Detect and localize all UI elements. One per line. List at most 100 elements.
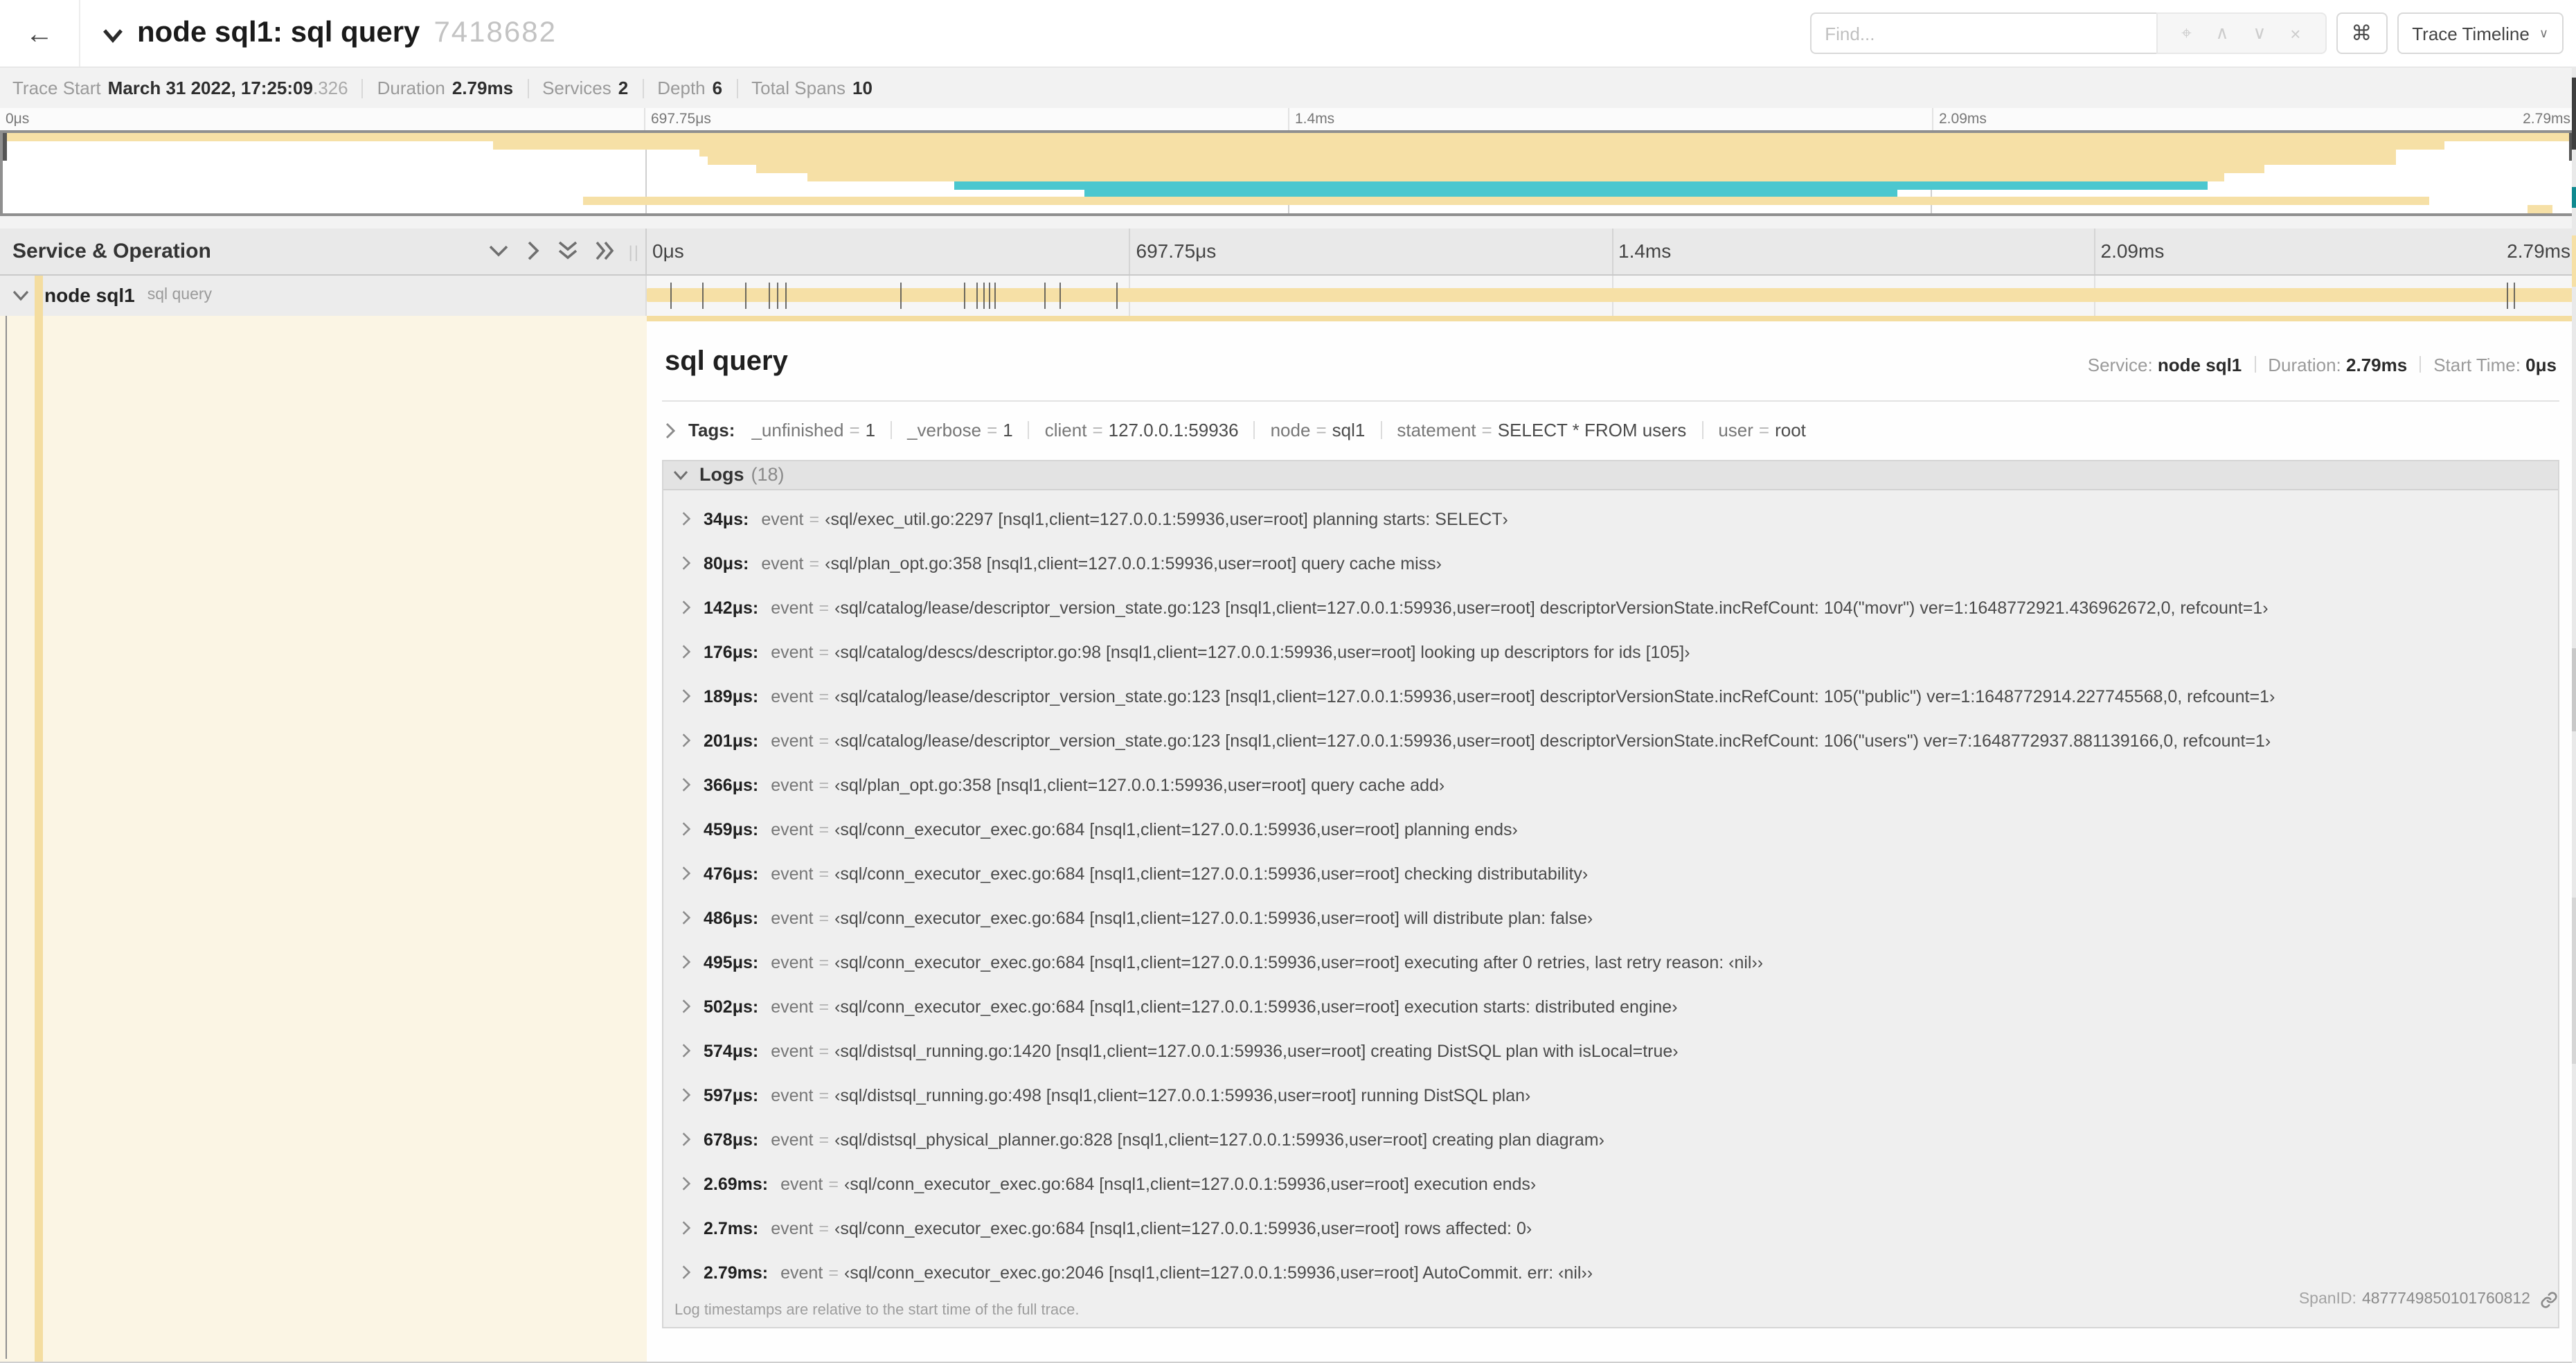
span-detail-meta: Service: node sql1 Duration: 2.79ms Start …	[2088, 354, 2557, 375]
deep-link-icon[interactable]	[2540, 1290, 2558, 1308]
log-row[interactable]: 2.7ms: event = ‹sql/conn_executor_exec.go:6…	[663, 1206, 2558, 1250]
log-marker-tick[interactable]	[777, 282, 779, 308]
trace-view-selector[interactable]: Trace Timeline ∨	[2397, 12, 2564, 54]
log-chevron-right-icon[interactable]	[681, 1087, 691, 1103]
log-field-key: event	[771, 952, 814, 972]
log-chevron-right-icon[interactable]	[681, 555, 691, 571]
log-marker-tick[interactable]	[768, 282, 770, 308]
log-marker-tick[interactable]	[744, 282, 746, 308]
trace-meta-label: Depth	[657, 78, 706, 98]
log-row[interactable]: 142μs: event = ‹sql/catalog/lease/descripto…	[663, 585, 2558, 630]
minimap-tick-label: 1.4ms	[1295, 111, 1335, 127]
log-chevron-right-icon[interactable]	[681, 1176, 691, 1191]
span-operation-name: sql query	[147, 287, 213, 303]
span-duration-bar[interactable]	[647, 288, 2576, 301]
log-row[interactable]: 502μs: event = ‹sql/conn_executor_exec.go:6…	[663, 984, 2558, 1028]
detail-meta-value: node sql1	[2157, 354, 2242, 375]
log-timestamp: 2.7ms:	[704, 1218, 759, 1238]
clear-icon[interactable]: ×	[2290, 23, 2300, 44]
span-collapse-chevron-icon[interactable]	[12, 289, 29, 301]
log-marker-tick[interactable]	[701, 282, 704, 308]
title-chevron-down-icon[interactable]	[102, 25, 123, 50]
trace-meta-label: Duration	[377, 78, 445, 98]
collapse-deep-icon[interactable]	[558, 242, 578, 261]
log-row[interactable]: 486μs: event = ‹sql/conn_executor_exec.go:6…	[663, 896, 2558, 940]
log-marker-tick[interactable]	[1116, 282, 1117, 308]
collapse-all-icon[interactable]	[489, 244, 508, 258]
log-chevron-right-icon[interactable]	[681, 954, 691, 970]
logs-header[interactable]: Logs (18)	[663, 461, 2558, 490]
log-marker-tick[interactable]	[1059, 282, 1062, 308]
keyboard-shortcuts-button[interactable]: ⌘	[2336, 12, 2388, 54]
trace-meta-label: Total Spans	[751, 78, 846, 98]
log-row[interactable]: 678μs: event = ‹sql/distsql_physical_planne…	[663, 1117, 2558, 1161]
scroll-strip-mark	[2571, 187, 2576, 208]
log-marker-tick[interactable]	[2507, 282, 2509, 308]
log-row[interactable]: 201μs: event = ‹sql/catalog/lease/descripto…	[663, 718, 2558, 763]
log-row[interactable]: 176μs: event = ‹sql/catalog/descs/descripto…	[663, 630, 2558, 674]
log-chevron-right-icon[interactable]	[681, 1220, 691, 1236]
log-chevron-right-icon[interactable]	[681, 644, 691, 659]
span-row[interactable]: node sql1 sql query	[0, 275, 2576, 315]
log-chevron-right-icon[interactable]	[681, 1132, 691, 1147]
log-row[interactable]: 2.69ms: event = ‹sql/conn_executor_exec.go:…	[663, 1161, 2558, 1206]
caret-up-icon[interactable]: ∧	[2216, 22, 2229, 44]
log-row[interactable]: 2.79ms: event = ‹sql/conn_executor_exec.go:…	[663, 1250, 2558, 1294]
tag-key: _unfinished	[751, 420, 844, 440]
log-chevron-right-icon[interactable]	[681, 688, 691, 704]
log-row[interactable]: 597μs: event = ‹sql/distsql_running.go:498 …	[663, 1073, 2558, 1117]
column-resizer-grip[interactable]: ||	[629, 242, 640, 262]
caret-down-icon[interactable]: ∨	[2253, 22, 2266, 44]
log-marker-tick[interactable]	[670, 282, 672, 308]
span-id-value: 4877749850101760812	[2361, 1291, 2530, 1308]
trace-minimap[interactable]	[0, 130, 2576, 216]
log-marker-tick[interactable]	[964, 282, 966, 308]
log-chevron-right-icon[interactable]	[681, 866, 691, 881]
log-marker-tick[interactable]	[983, 282, 985, 308]
log-marker-tick[interactable]	[989, 282, 991, 308]
log-chevron-right-icon[interactable]	[681, 1265, 691, 1280]
log-chevron-right-icon[interactable]	[681, 1043, 691, 1058]
log-row[interactable]: 34μs: event = ‹sql/exec_util.go:2297 [nsql1…	[663, 497, 2558, 541]
log-row[interactable]: 366μs: event = ‹sql/plan_opt.go:358 [nsql1,…	[663, 763, 2558, 807]
log-marker-tick[interactable]	[994, 282, 996, 308]
log-row[interactable]: 495μs: event = ‹sql/conn_executor_exec.go:6…	[663, 940, 2558, 984]
log-row[interactable]: 476μs: event = ‹sql/conn_executor_exec.go:6…	[663, 851, 2558, 896]
log-chevron-right-icon[interactable]	[681, 600, 691, 615]
log-chevron-right-icon[interactable]	[681, 999, 691, 1014]
log-marker-tick[interactable]	[2514, 282, 2516, 308]
log-chevron-right-icon[interactable]	[681, 910, 691, 925]
find-input[interactable]	[1809, 12, 2156, 54]
timeline-tick-label: 0μs	[652, 240, 684, 262]
log-marker-tick[interactable]	[900, 282, 902, 308]
tag-value: sql1	[1332, 420, 1366, 440]
back-button[interactable]: ←	[0, 0, 80, 66]
log-chevron-right-icon[interactable]	[681, 821, 691, 837]
expand-one-icon[interactable]	[526, 242, 540, 261]
log-row[interactable]: 80μs: event = ‹sql/plan_opt.go:358 [nsql1,c…	[663, 541, 2558, 585]
target-icon[interactable]: ⌖	[2181, 22, 2192, 44]
tags-chevron-right-icon[interactable]	[665, 422, 676, 438]
logs-chevron-down-icon[interactable]	[673, 469, 688, 480]
minimap-left-scrubber[interactable]	[3, 133, 7, 161]
meta-separator	[361, 78, 364, 98]
span-row-timeline[interactable]	[647, 275, 2576, 315]
tags-row[interactable]: Tags: _unfinished = 1 _verbose = 1 client = 127.…	[662, 401, 2559, 459]
log-chevron-right-icon[interactable]	[681, 733, 691, 748]
log-chevron-right-icon[interactable]	[681, 777, 691, 792]
tag-value: SELECT * FROM users	[1497, 420, 1687, 440]
log-chevron-right-icon[interactable]	[681, 511, 691, 526]
log-field-key: event	[780, 1174, 823, 1193]
log-row[interactable]: 189μs: event = ‹sql/catalog/lease/descripto…	[663, 674, 2558, 718]
log-row[interactable]: 459μs: event = ‹sql/conn_executor_exec.go:6…	[663, 807, 2558, 851]
span-row-name-column[interactable]: node sql1 sql query	[0, 275, 647, 315]
window-scroll-strip[interactable]	[2571, 66, 2576, 1363]
log-marker-tick[interactable]	[1044, 282, 1046, 308]
log-row[interactable]: 574μs: event = ‹sql/distsql_running.go:1420…	[663, 1028, 2558, 1073]
log-field-key: event	[771, 1085, 814, 1105]
log-timestamp: 502μs:	[704, 997, 759, 1016]
log-marker-tick[interactable]	[976, 282, 978, 308]
minimap-tick-label: 2.79ms	[2523, 111, 2570, 127]
expand-deep-icon[interactable]	[596, 242, 615, 261]
log-marker-tick[interactable]	[785, 282, 787, 308]
